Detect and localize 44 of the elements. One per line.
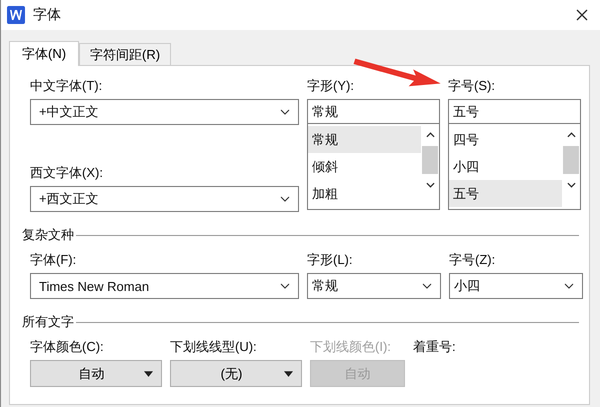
chevron-icon bbox=[280, 196, 290, 202]
list-item[interactable]: 倾斜 bbox=[308, 153, 421, 180]
scroll-down-icon[interactable] bbox=[426, 182, 434, 188]
caret-icon bbox=[144, 370, 153, 376]
list-item[interactable]: 小四 bbox=[449, 153, 562, 180]
dropdown-button[interactable]: 自动 bbox=[30, 360, 162, 387]
caret-icon bbox=[284, 370, 293, 376]
dropdown[interactable]: Times New Roman bbox=[30, 273, 299, 299]
field-label: 字体(F): bbox=[30, 251, 78, 269]
scroll-up-icon[interactable] bbox=[426, 132, 434, 138]
input-field[interactable]: 五号 bbox=[448, 99, 581, 124]
scroll-down-icon[interactable] bbox=[566, 182, 576, 188]
dropdown-button[interactable]: (无) bbox=[170, 360, 302, 387]
dropdown[interactable]: +中文正文 bbox=[30, 99, 299, 125]
field-label: 下划线线型(U): bbox=[170, 338, 258, 356]
field-label: 下划线颜色(I): bbox=[310, 338, 392, 356]
group-title: 复杂文种 bbox=[22, 226, 74, 244]
field-label: 着重号: bbox=[413, 338, 456, 356]
group-title: 所有文字 bbox=[22, 313, 74, 331]
field-label: 字号(Z): bbox=[449, 251, 496, 269]
tab[interactable]: 字体(N) bbox=[9, 41, 80, 66]
chevron-icon bbox=[280, 283, 290, 289]
app-icon bbox=[7, 6, 25, 24]
close-icon[interactable] bbox=[576, 9, 588, 21]
field-label: 字体颜色(C): bbox=[30, 338, 105, 356]
dropdown[interactable]: 小四 bbox=[449, 273, 583, 299]
input-field[interactable]: 常规 bbox=[307, 99, 440, 124]
field-label: 西文字体(X): bbox=[30, 164, 104, 182]
list-item[interactable]: 四号 bbox=[449, 126, 562, 153]
list-item[interactable]: 常规 bbox=[308, 126, 421, 153]
list-item[interactable]: 加粗 bbox=[308, 180, 421, 207]
field-label: 字号(S): bbox=[448, 77, 496, 95]
list-item[interactable]: 五号 bbox=[449, 180, 562, 207]
window-title: 字体 bbox=[33, 6, 61, 24]
chevron-icon bbox=[280, 109, 290, 115]
tab[interactable]: 字符间距(R) bbox=[79, 43, 172, 65]
field-label: 中文字体(T): bbox=[30, 77, 104, 95]
scroll-up-icon[interactable] bbox=[566, 132, 576, 138]
field-label: 字形(Y): bbox=[307, 77, 355, 95]
dropdown[interactable]: +西文正文 bbox=[30, 186, 299, 212]
chevron-icon bbox=[564, 283, 574, 289]
field-label: 字形(L): bbox=[307, 251, 354, 269]
chevron-icon bbox=[422, 283, 432, 289]
dropdown[interactable]: 常规 bbox=[307, 273, 441, 299]
